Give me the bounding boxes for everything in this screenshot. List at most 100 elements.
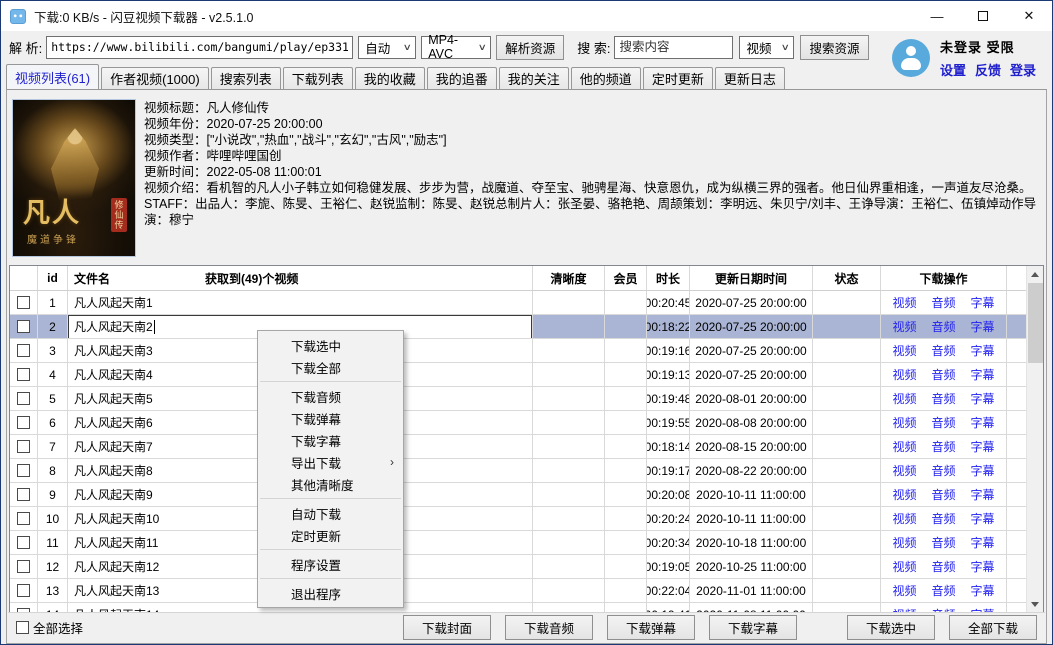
action-link-subtitle[interactable]: 字幕 <box>971 582 995 599</box>
download-subtitle-button[interactable]: 下载字幕 <box>709 615 797 640</box>
select-all[interactable]: 全部选择 <box>16 618 83 637</box>
action-link-video[interactable]: 视频 <box>892 294 916 311</box>
action-link-audio[interactable]: 音频 <box>931 318 955 335</box>
search-type-select[interactable]: 视频∨ <box>739 36 794 59</box>
menu-item[interactable]: 定时更新 <box>258 524 403 546</box>
action-link-video[interactable]: 视频 <box>892 390 916 407</box>
row-checkbox[interactable] <box>17 320 30 333</box>
action-link-subtitle[interactable]: 字幕 <box>971 486 995 503</box>
action-link-audio[interactable]: 音频 <box>931 390 955 407</box>
action-link-subtitle[interactable]: 字幕 <box>971 294 995 311</box>
download-audio-button[interactable]: 下载音频 <box>505 615 593 640</box>
avatar-icon[interactable] <box>892 39 930 77</box>
row-checkbox[interactable] <box>17 416 30 429</box>
menu-item[interactable]: 下载字幕 <box>258 429 403 451</box>
menu-item[interactable]: 下载全部 <box>258 356 403 378</box>
action-link-subtitle[interactable]: 字幕 <box>971 534 995 551</box>
format-select[interactable]: 自动∨ <box>358 36 416 59</box>
action-link-subtitle[interactable]: 字幕 <box>971 342 995 359</box>
action-link-subtitle[interactable]: 字幕 <box>971 510 995 527</box>
table-row[interactable]: 3凡人风起天南300:19:162020-07-25 20:00:00视频音频字… <box>10 339 1026 363</box>
row-checkbox[interactable] <box>17 368 30 381</box>
table-row[interactable]: 7凡人风起天南700:18:142020-08-15 20:00:00视频音频字… <box>10 435 1026 459</box>
action-link-subtitle[interactable]: 字幕 <box>971 366 995 383</box>
action-link-subtitle[interactable]: 字幕 <box>971 414 995 431</box>
menu-item[interactable]: 退出程序 <box>258 582 403 604</box>
row-checkbox[interactable] <box>17 488 30 501</box>
action-link-video[interactable]: 视频 <box>892 414 916 431</box>
action-link-video[interactable]: 视频 <box>892 558 916 575</box>
table-row[interactable]: 9凡人风起天南900:20:082020-10-11 11:00:00视频音频字… <box>10 483 1026 507</box>
settings-link[interactable]: 设置 <box>940 60 966 79</box>
download-cover-button[interactable]: 下载封面 <box>403 615 491 640</box>
action-link-video[interactable]: 视频 <box>892 318 916 335</box>
tab-3[interactable]: 下载列表 <box>283 67 353 89</box>
url-input[interactable] <box>46 36 353 59</box>
search-input[interactable] <box>614 36 733 59</box>
table-row[interactable]: 5凡人风起天南500:19:482020-08-01 20:00:00视频音频字… <box>10 387 1026 411</box>
row-checkbox[interactable] <box>17 344 30 357</box>
select-all-checkbox[interactable] <box>16 621 29 634</box>
row-checkbox[interactable] <box>17 584 30 597</box>
action-link-audio[interactable]: 音频 <box>931 294 955 311</box>
action-link-video[interactable]: 视频 <box>892 462 916 479</box>
table-row[interactable]: 2凡人风起天南200:18:222020-07-25 20:00:00视频音频字… <box>10 315 1026 339</box>
row-checkbox[interactable] <box>17 464 30 477</box>
tab-6[interactable]: 我的关注 <box>499 67 569 89</box>
tab-4[interactable]: 我的收藏 <box>355 67 425 89</box>
action-link-audio[interactable]: 音频 <box>931 438 955 455</box>
table-scrollbar[interactable] <box>1026 266 1043 613</box>
minimize-button[interactable]: — <box>914 1 960 31</box>
menu-item[interactable]: 下载弹幕 <box>258 407 403 429</box>
row-checkbox[interactable] <box>17 560 30 573</box>
action-link-audio[interactable]: 音频 <box>931 414 955 431</box>
action-link-video[interactable]: 视频 <box>892 534 916 551</box>
search-resource-button[interactable]: 搜索资源 <box>800 35 868 60</box>
action-link-audio[interactable]: 音频 <box>931 510 955 527</box>
parse-resource-button[interactable]: 解析资源 <box>496 35 564 60</box>
table-row[interactable]: 11凡人风起天南1100:20:342020-10-18 11:00:00视频音… <box>10 531 1026 555</box>
table-row[interactable]: 4凡人风起天南400:19:132020-07-25 20:00:00视频音频字… <box>10 363 1026 387</box>
table-row[interactable]: 12凡人风起天南1200:19:052020-10-25 11:00:00视频音… <box>10 555 1026 579</box>
table-row[interactable]: 1凡人风起天南100:20:452020-07-25 20:00:00视频音频字… <box>10 291 1026 315</box>
action-link-video[interactable]: 视频 <box>892 486 916 503</box>
menu-item[interactable]: 自动下载 <box>258 502 403 524</box>
tab-8[interactable]: 定时更新 <box>643 67 713 89</box>
table-row[interactable]: 6凡人风起天南600:19:552020-08-08 20:00:00视频音频字… <box>10 411 1026 435</box>
menu-item[interactable]: 程序设置 <box>258 553 403 575</box>
action-link-subtitle[interactable]: 字幕 <box>971 438 995 455</box>
action-link-subtitle[interactable]: 字幕 <box>971 390 995 407</box>
menu-item[interactable]: 下载音频 <box>258 385 403 407</box>
action-link-audio[interactable]: 音频 <box>931 582 955 599</box>
codec-select[interactable]: MP4-AVC∨ <box>421 36 491 59</box>
action-link-video[interactable]: 视频 <box>892 510 916 527</box>
scroll-thumb[interactable] <box>1028 283 1043 363</box>
login-link[interactable]: 登录 <box>1010 60 1036 79</box>
tab-2[interactable]: 搜索列表 <box>211 67 281 89</box>
action-link-subtitle[interactable]: 字幕 <box>971 462 995 479</box>
row-filename[interactable]: 凡人风起天南1 <box>68 291 533 314</box>
action-link-audio[interactable]: 音频 <box>931 486 955 503</box>
close-button[interactable]: ✕ <box>1006 1 1052 31</box>
row-checkbox[interactable] <box>17 512 30 525</box>
action-link-audio[interactable]: 音频 <box>931 366 955 383</box>
tab-7[interactable]: 他的频道 <box>571 67 641 89</box>
tab-9[interactable]: 更新日志 <box>715 67 785 89</box>
feedback-link[interactable]: 反馈 <box>975 60 1001 79</box>
maximize-button[interactable] <box>960 1 1006 31</box>
table-row[interactable]: 10凡人风起天南1000:20:242020-10-11 11:00:00视频音… <box>10 507 1026 531</box>
table-row[interactable]: 13凡人风起天南1300:22:042020-11-01 11:00:00视频音… <box>10 579 1026 603</box>
row-checkbox[interactable] <box>17 296 30 309</box>
tab-5[interactable]: 我的追番 <box>427 67 497 89</box>
menu-item[interactable]: 下载选中 <box>258 334 403 356</box>
action-link-subtitle[interactable]: 字幕 <box>971 558 995 575</box>
scroll-up-button[interactable] <box>1027 266 1043 283</box>
row-checkbox[interactable] <box>17 536 30 549</box>
action-link-video[interactable]: 视频 <box>892 582 916 599</box>
download-danmaku-button[interactable]: 下载弹幕 <box>607 615 695 640</box>
tab-1[interactable]: 作者视频(1000) <box>101 67 209 89</box>
row-checkbox[interactable] <box>17 392 30 405</box>
download-selected-button[interactable]: 下载选中 <box>847 615 935 640</box>
table-row[interactable]: 8凡人风起天南800:19:172020-08-22 20:00:00视频音频字… <box>10 459 1026 483</box>
scroll-down-button[interactable] <box>1027 596 1043 613</box>
